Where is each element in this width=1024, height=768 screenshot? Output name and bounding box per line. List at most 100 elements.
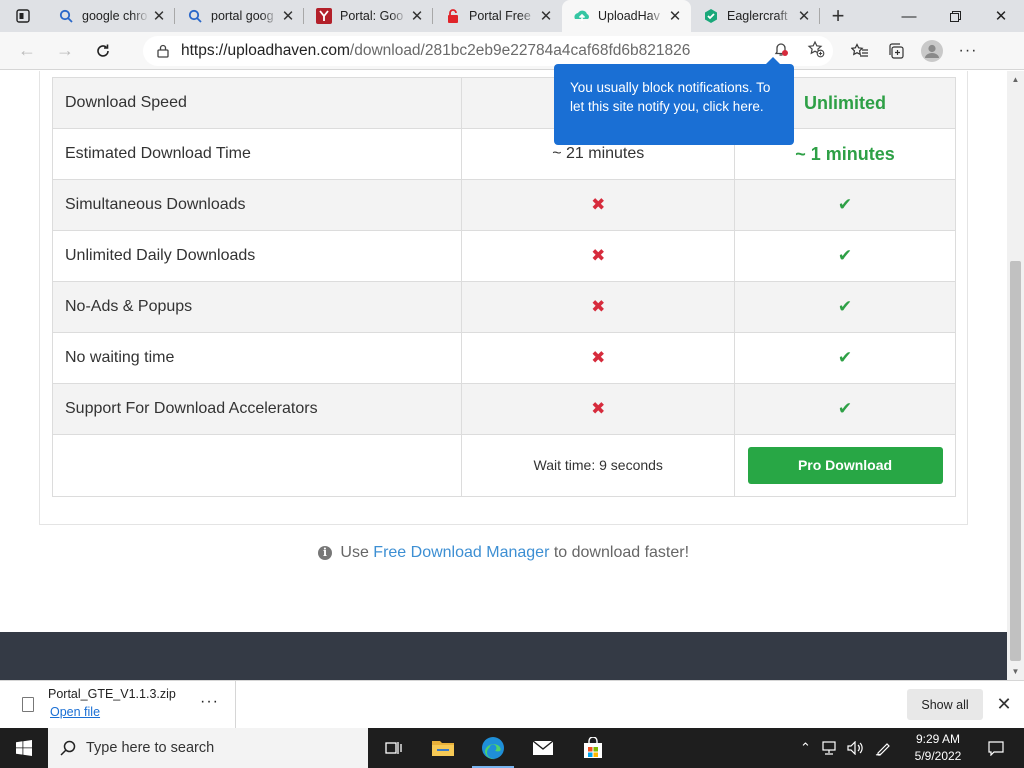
browser-tab[interactable]: portal goog ✕ [175, 0, 304, 32]
url-path: /download/281bc2eb9e22784a4caf68fd6b8218… [349, 42, 691, 59]
edge-icon [482, 737, 504, 760]
address-bar-row: ← → https://uploadhaven.com/download/281… [0, 32, 1024, 70]
uploadhaven-icon [574, 8, 590, 24]
table-row: Unlimited Daily Downloads ✖ ✔ [51, 230, 956, 282]
mail-icon [532, 740, 554, 755]
add-favorite-icon[interactable] [807, 40, 825, 63]
free-download-manager-link[interactable]: Free Download Manager [373, 544, 549, 561]
cross-icon: ✖ [591, 399, 606, 418]
favorites-button[interactable] [842, 35, 878, 67]
start-button[interactable] [0, 728, 48, 768]
cross-icon: ✖ [591, 297, 606, 316]
table-row: No-Ads & Popups ✖ ✔ [51, 281, 956, 333]
open-file-link[interactable]: Open file [50, 705, 100, 719]
feature-name: Download Speed [51, 77, 463, 129]
lock-icon [157, 44, 169, 58]
close-download-bar-button[interactable]: ✕ [993, 691, 1015, 717]
collections-button[interactable] [878, 35, 914, 67]
close-tab-icon[interactable]: ✕ [665, 6, 685, 26]
browser-tab[interactable]: google chro ✕ [46, 0, 175, 32]
free-value: ~ 21 minutes [552, 145, 645, 162]
browser-tab[interactable]: UploadHav ✕ [562, 0, 691, 32]
close-tab-icon[interactable]: ✕ [536, 6, 556, 26]
system-tray: ⌃ [800, 728, 891, 768]
edge-taskbar-button[interactable] [468, 728, 518, 768]
minimize-button[interactable]: — [886, 0, 932, 32]
feature-name: Support For Download Accelerators [51, 383, 463, 435]
taskbar: Type here to search ⌃ 9:29 AM 5/9/2022 [0, 728, 1024, 768]
refresh-button[interactable] [84, 35, 122, 67]
clock-date: 5/9/2022 [914, 749, 962, 763]
check-icon: ✔ [837, 348, 853, 367]
notification-popup[interactable]: You usually block notifications. To let … [554, 57, 794, 145]
favorites-icon [851, 43, 868, 57]
pro-download-button[interactable]: Pro Download [747, 447, 943, 484]
more-dots-icon: ··· [958, 42, 978, 59]
profile-button[interactable] [914, 35, 950, 67]
vertical-scrollbar[interactable]: ▲ ▼ [1007, 71, 1024, 680]
back-button[interactable]: ← [8, 35, 46, 67]
browser-tab[interactable]: Portal: Goo ✕ [304, 0, 433, 32]
close-tab-icon[interactable]: ✕ [794, 6, 814, 26]
network-icon[interactable] [821, 741, 837, 755]
close-tab-icon[interactable]: ✕ [407, 6, 427, 26]
tab-strip: google chro ✕ portal goog ✕ Portal: Goo ✕ Port… [0, 0, 1024, 32]
fdm-suffix: to download faster! [553, 544, 690, 561]
download-more-options-icon[interactable]: ··· [200, 693, 219, 711]
table-row: Wait time: 9 seconds Pro Download [51, 434, 956, 497]
check-icon: ✔ [837, 195, 853, 214]
taskbar-search[interactable]: Type here to search [48, 728, 368, 768]
task-view-button[interactable] [368, 728, 418, 768]
show-hidden-icons-chevron-icon[interactable]: ⌃ [800, 740, 811, 756]
tab-actions-icon [16, 9, 30, 23]
url-field[interactable]: https://uploadhaven.com/download/281bc2e… [143, 36, 833, 66]
tab-title: Portal Free [469, 9, 531, 23]
notification-popup-text: You usually block notifications. To let … [570, 80, 771, 114]
search-icon [60, 740, 76, 756]
free-plan-cell: ✖ [461, 230, 736, 282]
browser-tab[interactable]: Eaglercraft ✕ [691, 0, 820, 32]
feature-name: Estimated Download Time [51, 128, 463, 180]
cross-icon: ✖ [591, 348, 606, 367]
comparison-table: Download Speed Unlimited Estimated Downloa… [51, 77, 956, 497]
pen-ink-icon[interactable] [875, 740, 891, 756]
mail-button[interactable] [518, 728, 568, 768]
pro-plan-cell: Pro Download [734, 434, 956, 497]
check-icon: ✔ [837, 399, 853, 418]
tab-title: Eaglercraft [727, 9, 788, 23]
scroll-up-arrow-icon[interactable]: ▲ [1007, 71, 1024, 88]
close-tab-icon[interactable]: ✕ [149, 6, 169, 26]
new-tab-button[interactable]: + [820, 0, 856, 32]
lock-favicon-icon [445, 8, 461, 24]
download-file-name: Portal_GTE_V1.1.3.zip [48, 687, 176, 701]
taskbar-clock[interactable]: 9:29 AM 5/9/2022 [900, 731, 976, 765]
url-domain: https://uploadhaven.com [181, 42, 350, 59]
volume-icon[interactable] [847, 741, 865, 755]
tab-title: portal goog [211, 9, 274, 23]
restore-button[interactable] [932, 0, 978, 32]
file-explorer-button[interactable] [418, 728, 468, 768]
show-all-button[interactable]: Show all [907, 689, 983, 720]
store-button[interactable] [568, 728, 618, 768]
scroll-down-arrow-icon[interactable]: ▼ [1007, 663, 1024, 680]
search-icon [187, 8, 203, 24]
fdm-note: i Use Free Download Manager to download … [0, 544, 1007, 562]
download-item[interactable]: Portal_GTE_V1.1.3.zip Open file ··· [0, 681, 236, 728]
table-row: Support For Download Accelerators ✖ ✔ [51, 383, 956, 435]
close-window-button[interactable]: ✕ [978, 0, 1024, 32]
feature-name: Unlimited Daily Downloads [51, 230, 463, 282]
check-icon: ✔ [837, 297, 853, 316]
action-center-button[interactable] [976, 728, 1016, 768]
scrollbar-thumb[interactable] [1010, 261, 1021, 661]
file-icon [22, 697, 34, 712]
minimize-icon: — [901, 7, 917, 25]
tab-actions-button[interactable] [0, 0, 46, 32]
close-tab-icon[interactable]: ✕ [278, 6, 298, 26]
back-arrow-icon: ← [18, 40, 36, 60]
browser-tab[interactable]: Portal Free ✕ [433, 0, 562, 32]
feature-name: No waiting time [51, 332, 463, 384]
url-text: https://uploadhaven.com/download/281bc2e… [181, 42, 690, 60]
settings-more-button[interactable]: ··· [950, 35, 986, 67]
forward-button[interactable]: → [46, 35, 84, 67]
avatar-icon [921, 40, 943, 62]
